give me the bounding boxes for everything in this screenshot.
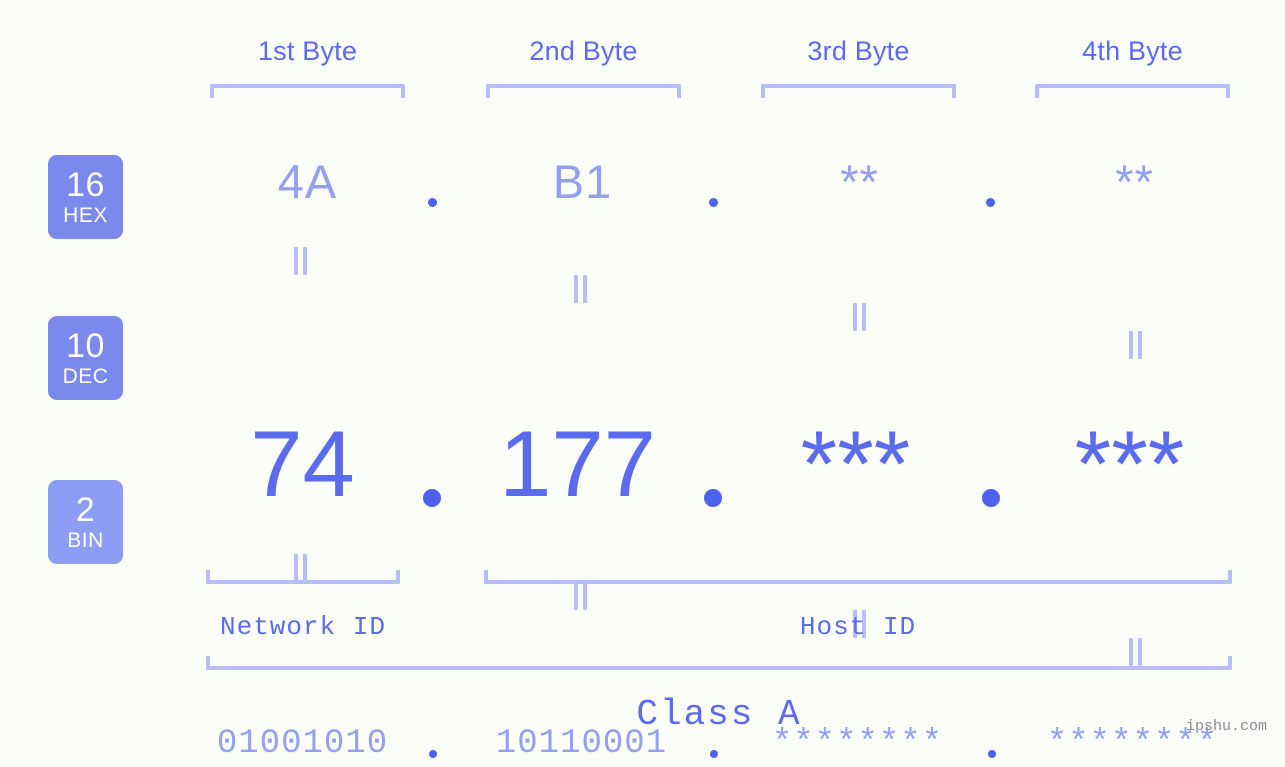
byte-header-1: 1st Byte bbox=[257, 36, 358, 66]
network-id-bracket bbox=[206, 570, 400, 584]
byte-bracket-4 bbox=[1035, 84, 1230, 98]
equals-mark-hex-dec-2 bbox=[573, 275, 587, 303]
base-badge-bin-name: BIN bbox=[67, 529, 104, 552]
byte-bracket-2 bbox=[486, 84, 681, 98]
hex-byte-4-value: ** bbox=[1115, 155, 1154, 208]
hex-separator-dot-1 bbox=[428, 198, 437, 207]
class-label: Class A bbox=[636, 694, 802, 735]
bin-separator-dot-3 bbox=[988, 750, 996, 758]
dec-separator-dot-2 bbox=[704, 489, 722, 507]
network-id-label: Network ID bbox=[219, 612, 387, 642]
hex-byte-1-value: 4A bbox=[277, 155, 338, 208]
base-badge-hex-name: HEX bbox=[63, 204, 108, 227]
host-id-bracket bbox=[484, 570, 1232, 584]
base-badge-hex-number: 16 bbox=[66, 166, 105, 204]
dec-byte-2-value: 177 bbox=[499, 411, 656, 516]
dec-byte-4-value: *** bbox=[1074, 411, 1185, 516]
dec-separator-dot-1 bbox=[423, 489, 441, 507]
dec-byte-1-value: 74 bbox=[250, 411, 355, 516]
base-badge-hex: 16 HEX bbox=[48, 155, 123, 239]
equals-mark-hex-dec-1 bbox=[293, 247, 307, 275]
byte-header-4: 4th Byte bbox=[1082, 36, 1183, 66]
byte-header-3: 3rd Byte bbox=[807, 36, 910, 66]
dec-byte-3-value: *** bbox=[800, 411, 911, 516]
base-badge-bin: 2 BIN bbox=[48, 480, 123, 564]
class-bracket bbox=[206, 656, 1232, 670]
watermark-label: ipshu.com bbox=[1186, 718, 1268, 735]
equals-mark-hex-dec-3 bbox=[852, 303, 866, 331]
hex-byte-3-value: ** bbox=[840, 155, 879, 208]
hex-separator-dot-3 bbox=[986, 198, 995, 207]
base-badge-dec-number: 10 bbox=[66, 327, 105, 365]
dec-separator-dot-3 bbox=[982, 489, 1000, 507]
bin-separator-dot-1 bbox=[429, 750, 437, 758]
base-badge-bin-number: 2 bbox=[75, 491, 96, 529]
ip-address-breakdown-diagram: 1st Byte 2nd Byte 3rd Byte 4th Byte 16 H… bbox=[0, 0, 1285, 767]
host-id-label: Host ID bbox=[799, 612, 917, 642]
equals-mark-dec-bin-2 bbox=[573, 582, 587, 610]
byte-header-2: 2nd Byte bbox=[529, 36, 638, 66]
byte-bracket-1 bbox=[210, 84, 405, 98]
hex-byte-2-value: B1 bbox=[552, 155, 613, 208]
equals-mark-hex-dec-4 bbox=[1128, 331, 1142, 359]
byte-bracket-3 bbox=[761, 84, 956, 98]
hex-separator-dot-2 bbox=[709, 198, 718, 207]
base-badge-dec: 10 DEC bbox=[48, 316, 123, 400]
base-badge-dec-name: DEC bbox=[62, 365, 109, 388]
bin-separator-dot-2 bbox=[710, 750, 718, 758]
